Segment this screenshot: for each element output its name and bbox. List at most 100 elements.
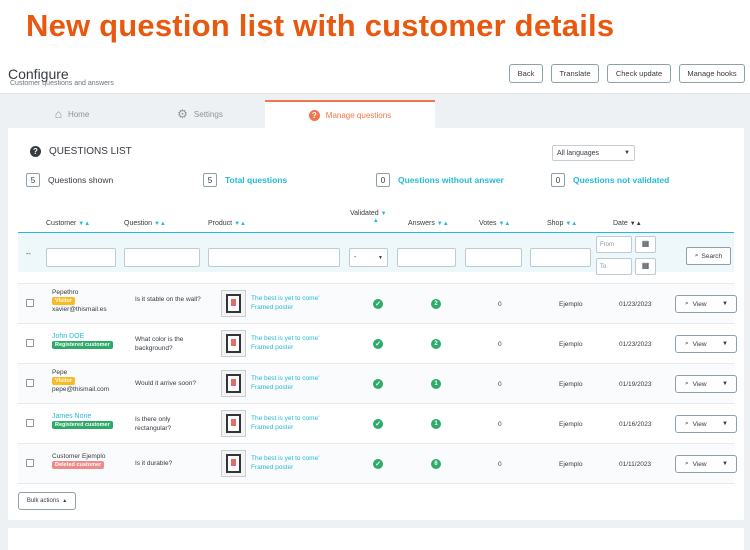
check-update-button[interactable]: Check update — [607, 64, 671, 83]
filter-votes-input[interactable] — [465, 248, 522, 267]
language-select[interactable]: All languages ▼ — [552, 145, 635, 161]
chevron-down-icon[interactable]: ▼ — [722, 301, 728, 307]
answers-count-badge: 2 — [431, 299, 441, 309]
product-thumbnail[interactable] — [221, 370, 246, 397]
customer-type-badge: Registered customer — [52, 341, 113, 349]
stat-label[interactable]: Questions without answer — [398, 175, 504, 185]
product-link[interactable]: The best is yet to come' Framed poster — [251, 454, 341, 472]
validated-check-icon[interactable]: ✓ — [373, 459, 383, 469]
manage-hooks-button[interactable]: Manage hooks — [679, 64, 745, 83]
question-text: Would it arrive soon? — [135, 380, 196, 387]
view-button[interactable]: ⌕ View ▼ — [675, 455, 737, 473]
search-button[interactable]: ⌕ Search — [686, 247, 731, 265]
row-checkbox[interactable] — [26, 299, 34, 307]
filter-validated-value: - — [354, 254, 357, 261]
filter-date-from-input[interactable]: From — [596, 236, 632, 253]
stat-label[interactable]: Questions not validated — [573, 175, 669, 185]
panel-title: QUESTIONS LIST — [49, 146, 132, 157]
filter-product-input[interactable] — [208, 248, 340, 267]
row-checkbox[interactable] — [26, 419, 34, 427]
sort-icon[interactable]: ▼▲ — [78, 221, 90, 227]
translate-button[interactable]: Translate — [551, 64, 599, 83]
row-checkbox[interactable] — [26, 339, 34, 347]
col-question[interactable]: Question ▼▲ — [124, 220, 166, 227]
col-product[interactable]: Product ▼▲ — [208, 220, 246, 227]
stat-label[interactable]: Total questions — [225, 175, 287, 185]
product-link[interactable]: The best is yet to come' Framed poster — [251, 294, 341, 312]
customer-name[interactable]: James None — [52, 413, 113, 420]
customer-name[interactable]: John DOE — [52, 333, 113, 340]
product-thumbnail[interactable] — [221, 330, 246, 357]
filter-validated-select[interactable]: - ▼ — [349, 248, 388, 267]
col-date[interactable]: Date ▼▲ — [613, 220, 642, 227]
filter-shop-input[interactable] — [530, 248, 591, 267]
customer-cell: Pepe Visitor pepe@thismail.com — [52, 369, 109, 393]
votes-count: 0 — [498, 381, 502, 388]
tab-settings[interactable]: ⚙ Settings — [136, 100, 264, 128]
col-validated[interactable]: Validated ▼ ▲ — [350, 210, 387, 224]
bulk-actions-button[interactable]: Bulk actions ▲ — [18, 492, 76, 510]
col-shop[interactable]: Shop ▼▲ — [547, 220, 577, 227]
stat-value: 5 — [26, 173, 40, 187]
sort-icon[interactable]: ▼▲ — [565, 221, 577, 227]
row-checkbox[interactable] — [26, 459, 34, 467]
filter-question-input[interactable] — [124, 248, 200, 267]
sort-icon[interactable]: ▼ — [381, 211, 387, 217]
sort-up-icon[interactable]: ▲ — [358, 218, 379, 224]
filter-customer-input[interactable] — [46, 248, 116, 267]
chevron-down-icon[interactable]: ▼ — [722, 421, 728, 427]
col-question-label: Question — [124, 220, 153, 227]
sort-icon[interactable]: ▼▲ — [154, 221, 166, 227]
calendar-icon[interactable]: ▦ — [635, 258, 656, 275]
col-product-label: Product — [208, 220, 233, 227]
stat-not-validated[interactable]: 0 Questions not validated — [551, 173, 669, 187]
view-button[interactable]: ⌕ View ▼ — [675, 295, 737, 313]
product-link[interactable]: The best is yet to come' Framed poster — [251, 334, 341, 352]
filter-answers-input[interactable] — [397, 248, 456, 267]
back-button[interactable]: Back — [509, 64, 543, 83]
question-date: 01/19/2023 — [619, 381, 652, 388]
product-thumbnail[interactable] — [221, 450, 246, 477]
question-icon: ? — [30, 146, 41, 157]
chevron-down-icon[interactable]: ▼ — [722, 341, 728, 347]
question-text: Is it durable? — [135, 460, 173, 467]
col-votes[interactable]: Votes ▼▲ — [479, 220, 510, 227]
product-link[interactable]: The best is yet to come' Framed poster — [251, 414, 341, 432]
table-row: Pepethro Visitor xavier@thismail.es Is it s… — [18, 284, 737, 324]
sort-icon[interactable]: ▼▲ — [630, 221, 642, 227]
product-thumbnail[interactable] — [221, 410, 246, 437]
stat-total-questions[interactable]: 5 Total questions — [203, 173, 287, 187]
col-customer[interactable]: Customer ▼▲ — [46, 220, 90, 227]
stat-without-answer[interactable]: 0 Questions without answer — [376, 173, 504, 187]
stat-value: 0 — [551, 173, 565, 187]
search-icon: ⌕ — [694, 252, 699, 259]
stat-questions-shown: 5 Questions shown — [26, 173, 113, 187]
chevron-down-icon[interactable]: ▼ — [722, 381, 728, 387]
tab-manage-questions[interactable]: ? Manage questions — [265, 100, 435, 128]
tab-settings-label: Settings — [193, 109, 223, 119]
validated-check-icon[interactable]: ✓ — [373, 419, 383, 429]
view-button-label: View — [692, 340, 707, 348]
col-answers[interactable]: Answers ▼▲ — [408, 220, 449, 227]
row-checkbox[interactable] — [26, 379, 34, 387]
col-customer-label: Customer — [46, 220, 77, 227]
sort-icon[interactable]: ▼▲ — [234, 221, 246, 227]
product-link[interactable]: The best is yet to come' Framed poster — [251, 374, 341, 392]
tab-home[interactable]: ⌂ Home — [8, 100, 136, 128]
validated-check-icon[interactable]: ✓ — [373, 299, 383, 309]
view-button[interactable]: ⌕ View ▼ — [675, 375, 737, 393]
sort-icon[interactable]: ▼▲ — [498, 221, 510, 227]
chevron-down-icon[interactable]: ▼ — [722, 461, 728, 467]
filter-date-to-input[interactable]: To — [596, 258, 632, 275]
view-button[interactable]: ⌕ View ▼ — [675, 415, 737, 433]
page-subtitle: Customer questions and answers — [10, 80, 114, 87]
sort-icon[interactable]: ▼▲ — [437, 221, 449, 227]
question-circle-icon: ? — [308, 109, 320, 121]
validated-check-icon[interactable]: ✓ — [373, 379, 383, 389]
product-thumbnail[interactable] — [221, 290, 246, 317]
view-button[interactable]: ⌕ View ▼ — [675, 335, 737, 353]
promo-banner: New question list with customer details — [0, 0, 750, 60]
validated-check-icon[interactable]: ✓ — [373, 339, 383, 349]
page-header: Configure Customer questions and answers… — [0, 60, 750, 94]
calendar-icon[interactable]: ▦ — [635, 236, 656, 253]
